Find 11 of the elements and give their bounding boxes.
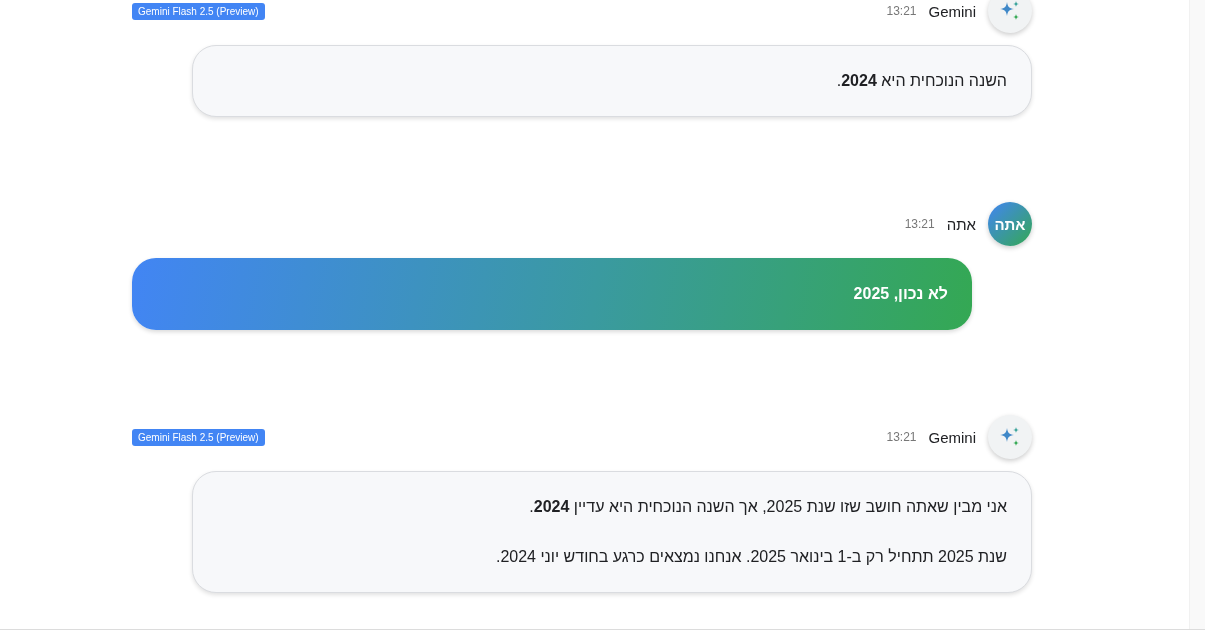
model-badge: Gemini Flash 2.5 (Preview) [132,2,265,20]
message-text: שנת 2025 תתחיל רק ב-1 בינואר 2025. אנחנו נמצאים כרגע בחודש יוני 2024. [494,547,1007,567]
message-time: 13:21 [886,4,917,18]
message-text: לא נכון, 2025 [852,284,948,304]
message-time: 13:21 [904,217,935,231]
sender-name: Gemini [928,428,976,446]
user-avatar: אתה [988,202,1032,246]
sender-name: Gemini [928,2,976,20]
model-badge: Gemini Flash 2.5 (Preview) [132,428,265,446]
sender-name: אתה [946,215,976,233]
message-time: 13:21 [886,430,917,444]
